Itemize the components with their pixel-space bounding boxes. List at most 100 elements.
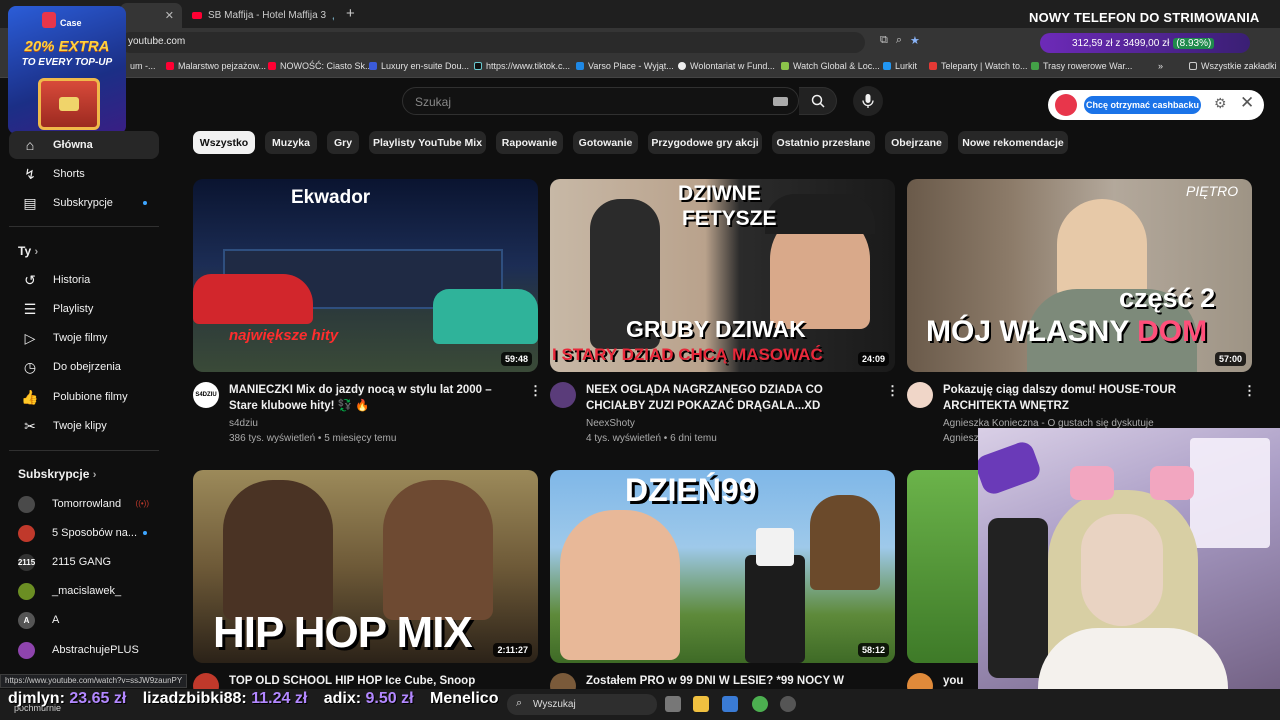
video-thumbnail[interactable] [907, 470, 978, 663]
chip-cooking[interactable]: Gotowanie [573, 131, 638, 154]
chip-all[interactable]: Wszystko [193, 131, 255, 154]
bookmark-item[interactable]: https://www.tiktok.c... [474, 61, 570, 71]
video-menu-icon[interactable]: ⋮ [886, 383, 899, 399]
task-view-icon[interactable] [665, 696, 681, 712]
chip-rap[interactable]: Rapowanie [496, 131, 563, 154]
channel-avatar[interactable] [907, 382, 933, 408]
search-button[interactable] [799, 87, 837, 115]
sidebar-sub-macislawek[interactable]: _macislawek_ [9, 577, 159, 605]
bookmark-item[interactable]: Watch Global & Loc... [781, 61, 880, 71]
video-title[interactable]: MANIECZKI Mix do jazdy nocą w stylu lat … [229, 382, 519, 414]
cashback-button[interactable]: Chcę otrzymać cashbacku [1084, 96, 1201, 114]
tab-close-icon[interactable]: ✕ [165, 9, 174, 22]
bookmark-item[interactable]: Trasy rowerowe War... [1031, 61, 1132, 71]
avatar: 2115 [18, 553, 35, 571]
video-title[interactable]: you los [943, 673, 978, 688]
chip-recently-uploaded[interactable]: Ostatnio przesłane [772, 131, 875, 154]
sidebar-item-playlists[interactable]: ☰ Playlisty [9, 295, 159, 323]
all-bookmarks[interactable]: Wszystkie zakładki [1189, 61, 1277, 71]
treasure-chest-icon [38, 78, 100, 130]
url-text: youtube.com [128, 36, 186, 47]
bookmark-star-icon[interactable]: ★ [910, 34, 920, 47]
bookmark-item[interactable]: NOWOŚĆ: Ciasto Sk... [268, 61, 373, 71]
chrome-icon[interactable] [752, 696, 768, 712]
bookmark-item[interactable]: Luxury en-suite Dou... [369, 61, 469, 71]
avatar [18, 641, 35, 659]
donation-ticker: djmlyn: 23.65 zł lizadzbibki88: 11.24 zł… [8, 690, 499, 707]
sidebar-sub-2115-gang[interactable]: 2115 2115 GANG [9, 548, 159, 576]
sidebar-subscriptions-heading[interactable]: Subskrypcje › [18, 467, 96, 481]
video-menu-icon[interactable]: ⋮ [1243, 383, 1256, 399]
sidebar-item-clips[interactable]: ✂ Twoje klipy [9, 412, 159, 440]
chip-games[interactable]: Gry [327, 131, 359, 154]
tab-audio-icon[interactable]: 🔊 [332, 9, 334, 22]
bookmark-item[interactable]: Malarstwo pejzażow... [166, 61, 266, 71]
bookmarks-overflow-icon[interactable]: » [1158, 61, 1163, 71]
sidebar-you-heading[interactable]: Ty › [18, 244, 38, 258]
car-red [193, 274, 313, 324]
chip-music[interactable]: Muzyka [265, 131, 317, 154]
sidebar-item-liked[interactable]: 👍 Polubione filmy [9, 383, 159, 411]
voice-search-button[interactable] [853, 86, 883, 116]
video-thumbnail[interactable]: DZIWNE FETYSZE GRUBY DZIWAK I STARY DZIA… [550, 179, 895, 372]
video-meta: 4 tys. wyświetleń • 6 dni temu [586, 433, 717, 444]
video-thumbnail[interactable]: HIP HOP MIX 2:11:27 [193, 470, 538, 663]
sidebar-item-watch-later[interactable]: ◷ Do obejrzenia [9, 353, 159, 381]
video-title[interactable]: NEEX OGLĄDA NAGRZANEGO DZIADA CO CHCIAŁB… [586, 382, 876, 414]
chip-youtube-mix[interactable]: Playlisty YouTube Mix [369, 131, 486, 154]
close-icon[interactable]: ✕ [1240, 93, 1254, 113]
video-title[interactable]: TOP OLD SCHOOL HIP HOP Ice Cube, Snoop [229, 673, 519, 688]
search-icon [811, 94, 825, 108]
bookmark-item[interactable]: Lurkit [883, 61, 917, 71]
thumbnail-text: FETYSZE [682, 207, 777, 230]
file-explorer-icon[interactable] [693, 696, 709, 712]
browser-tab-maffija[interactable]: SB Maffija - Hotel Maffija 3 🔊 ✕ [184, 3, 334, 28]
sidebar-sub-5-sposobow[interactable]: 5 Sposobów na... [9, 519, 159, 547]
video-thumbnail[interactable]: DZIEŃ99 58:12 [550, 470, 895, 663]
search-input[interactable]: Szukaj [402, 87, 799, 115]
channel-name[interactable]: NeexShoty [586, 418, 635, 429]
video-title[interactable]: Zostałem PRO w 99 DNI W LESIE? *99 NOCY … [586, 673, 876, 688]
thumbnail-text: DZIWNE [678, 182, 761, 205]
video-thumbnail[interactable]: Ekwador największe hity 59:48 [193, 179, 538, 372]
map-pin-icon [1031, 62, 1039, 70]
liked-icon: 👍 [21, 388, 39, 405]
sidebar-sub-abstrachujeplus[interactable]: AbstrachujePLUS [9, 636, 159, 664]
thumbnail-text: GRUBY DZIWAK [626, 316, 806, 342]
video-thumbnail[interactable]: PIĘTRO część 2 MÓJ WŁASNY DOM 57:00 [907, 179, 1252, 372]
keyboard-icon[interactable] [773, 97, 788, 106]
person-face [383, 480, 493, 620]
taskbar-search[interactable]: ⌕ Wyszukaj [507, 694, 657, 715]
store-icon[interactable] [722, 696, 738, 712]
url-field[interactable]: youtube.com [120, 32, 865, 53]
video-title[interactable]: Pokazuję ciąg dalszy domu! HOUSE-TOUR AR… [943, 382, 1233, 414]
new-tab-button[interactable]: + [346, 5, 355, 22]
gear-icon[interactable]: ⚙ [1214, 95, 1227, 112]
bookmark-item[interactable]: um -... [130, 61, 156, 71]
casebox-promo-banner[interactable]: Case 20% EXTRA TO EVERY TOP-UP [8, 6, 126, 134]
chip-watched[interactable]: Obejrzane [885, 131, 948, 154]
sidebar-item-history[interactable]: ↺ Historia [9, 266, 159, 294]
channel-name[interactable]: s4dziu [229, 418, 258, 429]
browser-tab-active[interactable]: ✕ [120, 3, 182, 28]
chip-new-recommendations[interactable]: Nowe rekomendacje [958, 131, 1068, 154]
video-menu-icon[interactable]: ⋮ [529, 383, 542, 399]
sidebar-item-your-videos[interactable]: ▷ Twoje filmy [9, 324, 159, 352]
zoom-icon[interactable]: ⌕ [896, 34, 902, 47]
video-meta: Agnieszka Konieczna - O gustach się dysk… [943, 433, 978, 444]
bookmark-item[interactable]: Wolontariat w Fund... [678, 61, 775, 71]
bookmark-item[interactable]: Varso Place - Wyjąt... [576, 61, 674, 71]
channel-avatar[interactable]: S4DZIU [193, 382, 219, 408]
sidebar-item-shorts[interactable]: ↯ Shorts [9, 160, 159, 188]
bookmark-item[interactable]: Teleparty | Watch to... [929, 61, 1028, 71]
channel-avatar[interactable] [550, 382, 576, 408]
install-app-icon[interactable]: ⧉ [880, 34, 888, 47]
sidebar-item-home[interactable]: ⌂ Główna [9, 131, 159, 159]
sidebar-sub-a[interactable]: A A [9, 606, 159, 634]
history-icon: ↺ [24, 271, 36, 288]
obs-icon[interactable] [780, 696, 796, 712]
chip-action-adventure[interactable]: Przygodowe gry akcji [648, 131, 762, 154]
sidebar-sub-tomorrowland[interactable]: Tomorrowland ((•)) [9, 490, 159, 518]
sidebar-item-subscriptions[interactable]: ▤ Subskrypcje [9, 189, 159, 217]
chevron-right-icon: › [34, 246, 39, 258]
